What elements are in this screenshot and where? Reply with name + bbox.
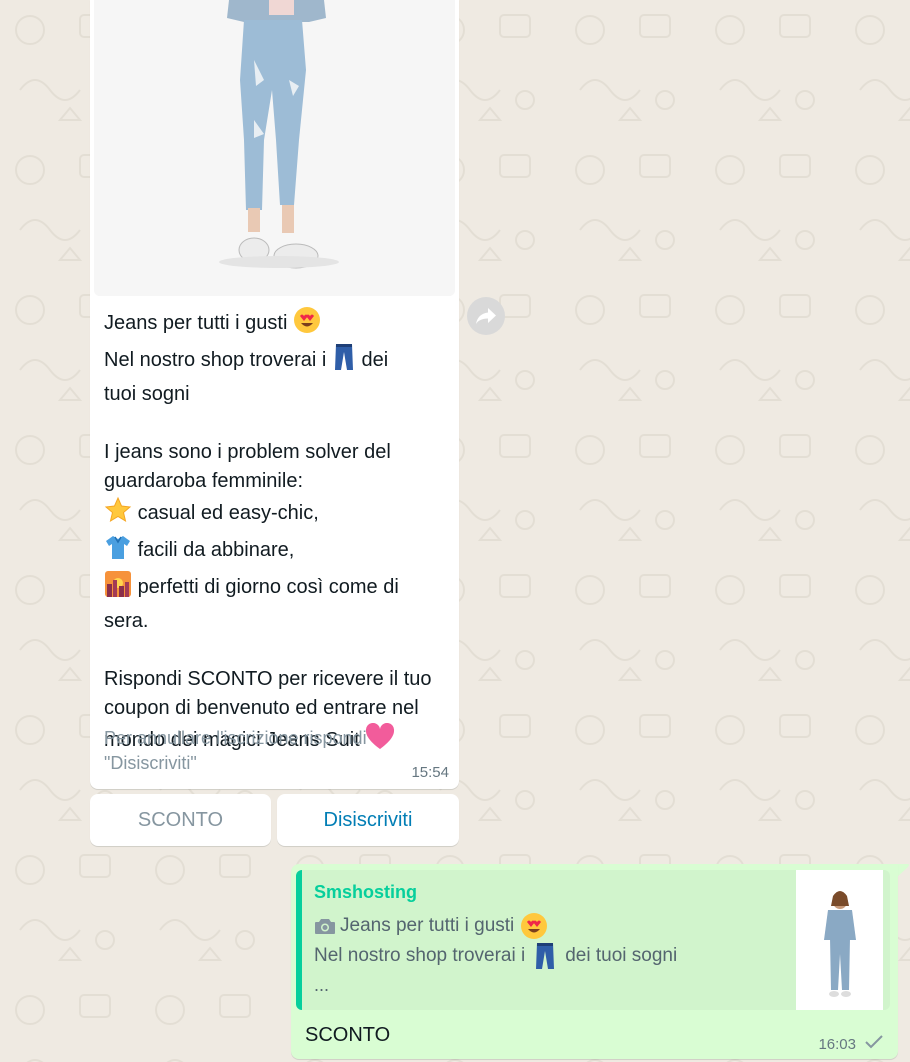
quoted-message[interactable]: Smshosting Jeans per tutti i gusti Nel n…: [296, 870, 890, 1010]
message-line: dei: [361, 349, 389, 371]
quick-reply-sconto-button[interactable]: SCONTO: [90, 794, 271, 846]
jeans-emoji: [533, 942, 557, 970]
bullet-text: casual ed easy-chic,: [137, 502, 319, 524]
message-body: Jeans per tutti i gusti Nel nostro shop …: [104, 306, 449, 760]
forward-arrow-icon: [476, 308, 496, 324]
message-line: Nel nostro shop troverai i: [104, 349, 327, 371]
quote-accent-bar: [296, 870, 302, 1010]
shirt-emoji: [104, 533, 132, 570]
message-line: coupon di benvenuto ed entrare nel: [104, 697, 419, 719]
jeans-emoji: [332, 343, 356, 380]
message-timestamp: 16:03: [818, 1036, 856, 1053]
quote-text: Jeans per tutti i gusti: [340, 915, 515, 936]
unsubscribe-footer: Per annullare l'iscrizione rispondi "Dis…: [104, 728, 367, 773]
heart-eyes-emoji: [520, 912, 548, 940]
heart-eyes-emoji: [293, 306, 321, 343]
bubble-tail: [896, 864, 909, 878]
camera-icon: [314, 917, 336, 935]
jeans-model-illustration: [94, 0, 455, 296]
quote-sender-name: Smshosting: [314, 882, 418, 902]
message-line: I jeans sono i problem solver del: [104, 441, 391, 463]
message-timestamp: 15:54: [411, 764, 449, 781]
quote-thumbnail: [796, 870, 883, 1010]
bullet-text: facili da abbinare,: [137, 539, 295, 561]
incoming-message-bubble: Jeans per tutti i gusti Nel nostro shop …: [90, 0, 459, 789]
quote-text: Nel nostro shop troverai i: [314, 945, 526, 966]
outgoing-message-text: SCONTO: [305, 1024, 391, 1046]
message-line: Jeans per tutti i gusti: [104, 312, 288, 334]
quote-text: dei tuoi sogni: [565, 945, 678, 966]
quick-reply-disiscriviti-button[interactable]: Disiscriviti: [277, 794, 459, 846]
product-image[interactable]: [94, 0, 455, 296]
quote-ellipsis: ...: [314, 975, 330, 995]
forward-button[interactable]: [467, 297, 505, 335]
message-line: Rispondi SCONTO per ricevere il tuo: [104, 668, 432, 690]
message-line: sera.: [104, 610, 149, 632]
message-line: guardaroba femminile:: [104, 470, 303, 492]
sent-check-icon: [865, 1035, 883, 1049]
cityscape-sunset-emoji: [104, 570, 132, 607]
star-emoji: [104, 496, 132, 533]
outgoing-message-bubble: Smshosting Jeans per tutti i gusti Nel n…: [291, 864, 898, 1059]
bullet-text: perfetti di giorno così come di: [137, 576, 399, 598]
message-line: tuoi sogni: [104, 383, 190, 405]
